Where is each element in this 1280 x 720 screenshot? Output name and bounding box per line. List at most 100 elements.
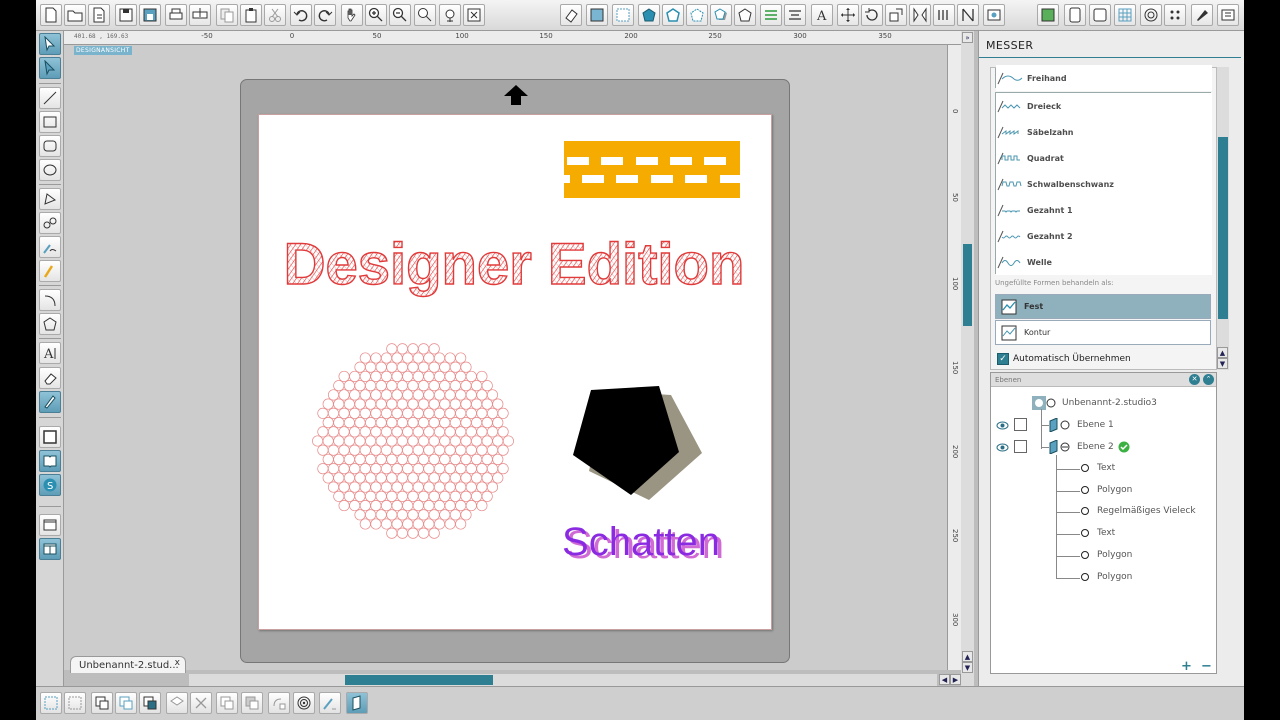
- text-style-icon[interactable]: A: [811, 4, 833, 26]
- weld-icon[interactable]: [216, 692, 238, 714]
- knife-style-freehand[interactable]: Freihand: [996, 65, 1212, 91]
- knife-panel-icon[interactable]: [346, 692, 368, 714]
- ellipse-tool-icon[interactable]: [39, 159, 61, 181]
- pan-hand-icon[interactable]: [341, 4, 363, 26]
- knife-scroll-thumb[interactable]: [1218, 137, 1228, 319]
- scroll-down-icon[interactable]: ▼: [1217, 358, 1228, 369]
- knife-style-dovetail[interactable]: Schwalbenschwanz: [996, 171, 1212, 197]
- horizontal-scroll-thumb[interactable]: [345, 675, 493, 685]
- circle-cluster[interactable]: [312, 343, 514, 539]
- library-book-icon[interactable]: [39, 450, 61, 472]
- line-tool-icon[interactable]: [39, 87, 61, 109]
- zoom-drag-icon[interactable]: [439, 4, 461, 26]
- vertical-scrollbar[interactable]: » ▲ ▼: [961, 31, 974, 686]
- delete-icon[interactable]: [190, 692, 212, 714]
- knife-style-serrated-2[interactable]: Gezahnt 2: [996, 223, 1212, 249]
- trace-pen-icon[interactable]: [319, 692, 341, 714]
- offset-rings-icon[interactable]: [293, 692, 315, 714]
- group-icon[interactable]: [40, 692, 62, 714]
- arc-tool-icon[interactable]: [39, 289, 61, 311]
- copy-icon[interactable]: [216, 4, 238, 26]
- zoom-out-icon[interactable]: [389, 4, 411, 26]
- scroll-right-icon[interactable]: ▶: [950, 674, 961, 685]
- zoom-selection-icon[interactable]: [414, 4, 436, 26]
- grid-settings-icon[interactable]: [612, 4, 634, 26]
- transform-move-icon[interactable]: [837, 4, 859, 26]
- store-icon[interactable]: [1064, 4, 1086, 26]
- ribbon-polygon[interactable]: [564, 141, 740, 198]
- open-file-icon[interactable]: [88, 4, 110, 26]
- close-tab-icon[interactable]: x: [175, 658, 180, 668]
- shadow-icon[interactable]: [710, 4, 732, 26]
- schatten-text[interactable]: Schatten: [562, 520, 720, 564]
- layer-panel-icon[interactable]: [1217, 4, 1239, 26]
- fit-to-page-icon[interactable]: [463, 4, 485, 26]
- object-row[interactable]: Polygon: [1081, 572, 1132, 582]
- auto-apply-toggle[interactable]: ✓ Automatisch Übernehmen: [997, 353, 1131, 365]
- fill-option-solid[interactable]: Fest: [995, 294, 1211, 319]
- split-view-icon[interactable]: [39, 538, 61, 560]
- object-row[interactable]: Polygon: [1081, 485, 1132, 495]
- undo-icon[interactable]: [290, 4, 312, 26]
- trace-icon[interactable]: [1164, 4, 1186, 26]
- rounded-rect-tool-icon[interactable]: [39, 135, 61, 157]
- scroll-page-up-icon[interactable]: »: [962, 32, 973, 43]
- grid-view-icon[interactable]: [1114, 4, 1136, 26]
- align-icon[interactable]: [760, 4, 782, 26]
- knife-style-serrated-1[interactable]: Gezahnt 1: [996, 197, 1212, 223]
- pencil-tool-icon[interactable]: [39, 260, 61, 282]
- chevron-up-icon[interactable]: ⌃: [1203, 374, 1214, 385]
- fill-pattern-icon[interactable]: [734, 4, 756, 26]
- knife-style-sawtooth[interactable]: Säbelzahn: [996, 119, 1212, 145]
- object-row[interactable]: Text: [1081, 528, 1115, 538]
- rotate-icon[interactable]: [861, 4, 883, 26]
- cut-scissors-icon[interactable]: [264, 4, 286, 26]
- fill-color-icon[interactable]: [638, 4, 660, 26]
- scale-icon[interactable]: [885, 4, 907, 26]
- object-row[interactable]: Polygon: [1081, 550, 1132, 560]
- lock-checkbox[interactable]: [1014, 440, 1027, 453]
- remove-layer-button[interactable]: −: [1201, 659, 1212, 674]
- horizontal-scrollbar[interactable]: [189, 674, 937, 686]
- layer-row[interactable]: Ebene 2: [1049, 440, 1130, 454]
- lock-checkbox[interactable]: [1014, 418, 1027, 431]
- regular-polygon-tool-icon[interactable]: [39, 313, 61, 335]
- document-tab[interactable]: Unbenannt-2.stud... x: [70, 656, 186, 673]
- select-tool-icon[interactable]: [39, 33, 61, 55]
- design-view-icon[interactable]: [1037, 4, 1059, 26]
- edit-points-tool-icon[interactable]: [39, 57, 61, 79]
- eraser-tool-icon[interactable]: [560, 4, 582, 26]
- eye-icon[interactable]: [996, 441, 1009, 454]
- make-compound-path-icon[interactable]: [91, 692, 113, 714]
- collapse-icon[interactable]: ✕: [1189, 374, 1200, 385]
- object-row[interactable]: Regelmäßiges Vieleck: [1081, 506, 1196, 516]
- offset-icon[interactable]: [1140, 4, 1162, 26]
- fill-option-outline[interactable]: Kontur: [995, 320, 1211, 345]
- paste-icon[interactable]: [240, 4, 262, 26]
- print-icon[interactable]: [165, 4, 187, 26]
- redo-icon[interactable]: [314, 4, 336, 26]
- checkbox-checked-icon[interactable]: ✓: [997, 353, 1009, 365]
- offset-shape-icon[interactable]: [268, 692, 290, 714]
- mirror-icon[interactable]: [909, 4, 931, 26]
- scroll-up-icon[interactable]: ▲: [1217, 347, 1228, 358]
- send-icon[interactable]: [1089, 4, 1111, 26]
- text-tool-icon[interactable]: A: [39, 342, 61, 364]
- eraser-icon[interactable]: [39, 367, 61, 389]
- curve-tool-icon[interactable]: [39, 212, 61, 234]
- scroll-down-icon[interactable]: ▼: [962, 662, 973, 673]
- design-window-icon[interactable]: [39, 514, 61, 536]
- release-compound-path-icon[interactable]: [115, 692, 137, 714]
- text-align-icon[interactable]: [784, 4, 806, 26]
- open-folder-icon[interactable]: [64, 4, 86, 26]
- scroll-left-icon[interactable]: ◀: [939, 674, 950, 685]
- eye-icon[interactable]: [996, 419, 1009, 432]
- ungroup-icon[interactable]: [64, 692, 86, 714]
- send-to-cutter-icon[interactable]: [189, 4, 211, 26]
- library-icon[interactable]: [983, 4, 1005, 26]
- sketch-pen-icon[interactable]: [1191, 4, 1213, 26]
- knife-style-square[interactable]: Quadrat: [996, 145, 1212, 171]
- knife-list-scrollbar[interactable]: ▲ ▼: [1217, 67, 1229, 370]
- new-document-icon[interactable]: [40, 4, 62, 26]
- knife-icon[interactable]: [39, 391, 61, 413]
